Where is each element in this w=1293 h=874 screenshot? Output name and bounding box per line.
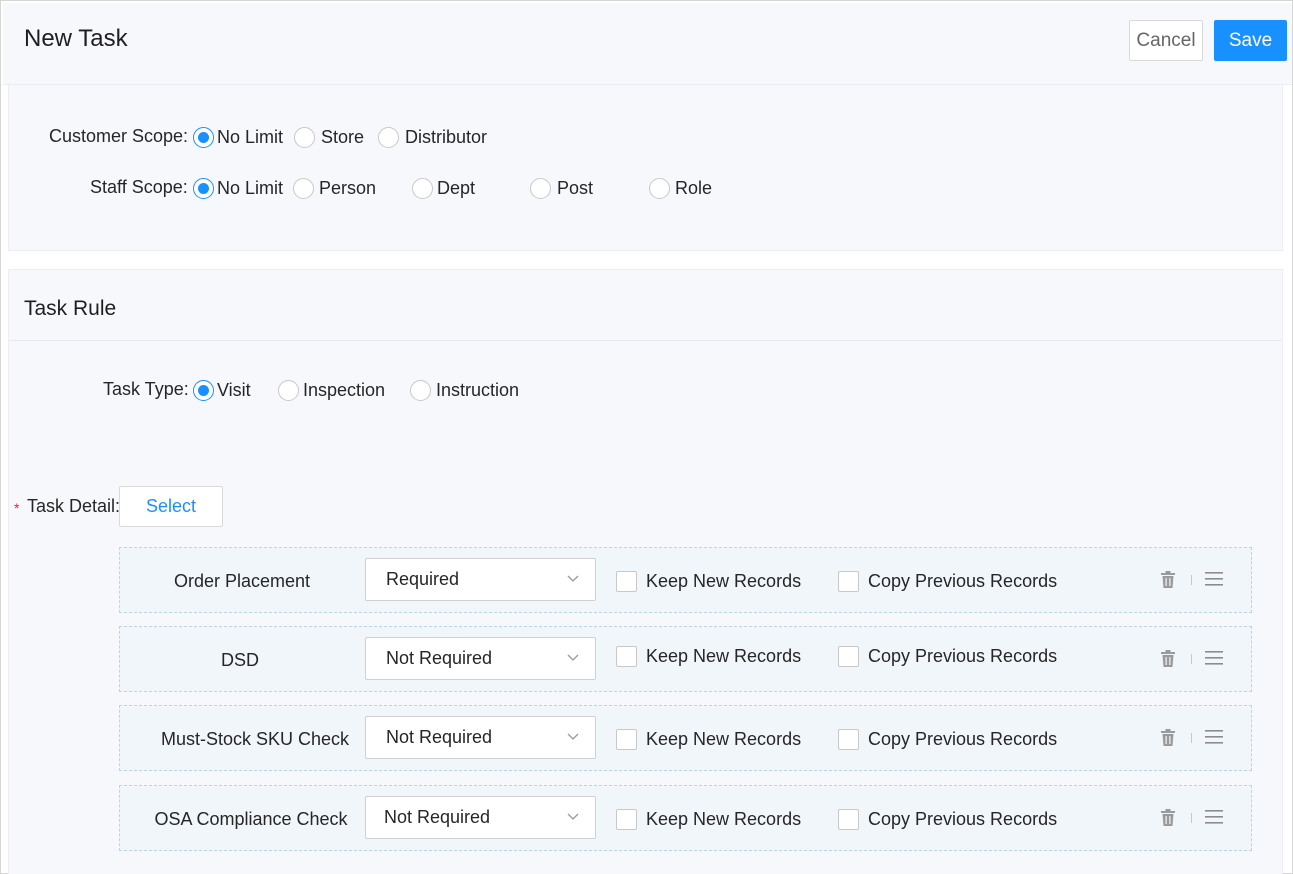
task-detail-row-must-stock-sku-check: Must-Stock SKU Check Not Required Keep N… — [119, 705, 1252, 771]
radio-checked-icon — [193, 380, 214, 401]
chevron-down-icon — [567, 813, 579, 820]
staff-scope-option-person[interactable]: Person — [293, 178, 376, 199]
copy-previous-records-checkbox[interactable]: Copy Previous Records — [838, 646, 1057, 667]
cancel-button[interactable]: Cancel — [1129, 20, 1203, 61]
radio-unchecked-icon — [410, 380, 431, 401]
action-divider — [1191, 654, 1192, 664]
requirement-select[interactable]: Not Required — [365, 796, 596, 839]
task-detail-name: OSA Compliance Check — [154, 809, 348, 829]
action-divider — [1191, 575, 1192, 585]
radio-unchecked-icon — [278, 380, 299, 401]
keep-new-records-checkbox[interactable]: Keep New Records — [616, 729, 801, 750]
task-detail-name: Must-Stock SKU Check — [160, 729, 350, 749]
scope-panel — [8, 85, 1283, 251]
action-divider — [1191, 733, 1192, 743]
radio-unchecked-icon — [412, 178, 433, 199]
drag-handle-icon[interactable] — [1205, 650, 1223, 666]
task-detail-name: Order Placement — [173, 571, 311, 591]
task-detail-row-dsd: DSD Not Required Keep New Records Copy P… — [119, 626, 1252, 692]
task-detail-label: Task Detail: — [27, 496, 121, 516]
staff-scope-option-dept[interactable]: Dept — [412, 178, 475, 199]
trash-icon[interactable] — [1160, 571, 1176, 589]
task-detail-row-order-placement: Order Placement Required Keep New Record… — [119, 547, 1252, 613]
page-title: New Task — [24, 25, 128, 52]
trash-icon[interactable] — [1160, 650, 1176, 668]
new-task-window: New Task Cancel Save Customer Scope: No … — [0, 0, 1293, 874]
radio-checked-icon — [193, 127, 214, 148]
select-task-detail-button[interactable]: Select — [119, 486, 223, 527]
chevron-down-icon — [567, 654, 579, 661]
drag-handle-icon[interactable] — [1205, 809, 1223, 825]
requirement-select[interactable]: Not Required — [365, 637, 596, 680]
requirement-select[interactable]: Required — [365, 558, 596, 601]
task-rule-title: Task Rule — [24, 297, 117, 320]
radio-unchecked-icon — [293, 178, 314, 199]
keep-new-records-checkbox[interactable]: Keep New Records — [616, 571, 801, 592]
trash-icon[interactable] — [1160, 809, 1176, 827]
page-header: New Task Cancel Save — [3, 3, 1292, 85]
customer-scope-option-no-limit[interactable]: No Limit — [193, 127, 283, 148]
copy-previous-records-checkbox[interactable]: Copy Previous Records — [838, 729, 1057, 750]
task-type-option-inspection[interactable]: Inspection — [278, 380, 385, 401]
radio-unchecked-icon — [378, 127, 399, 148]
trash-icon[interactable] — [1160, 729, 1176, 747]
requirement-select[interactable]: Not Required — [365, 716, 596, 759]
radio-checked-icon — [193, 178, 214, 199]
task-type-option-visit[interactable]: Visit — [193, 380, 251, 401]
customer-scope-option-store[interactable]: Store — [294, 127, 364, 148]
customer-scope-label: Customer Scope: — [49, 126, 189, 146]
staff-scope-option-post[interactable]: Post — [530, 178, 593, 199]
customer-scope-option-distributor[interactable]: Distributor — [378, 127, 487, 148]
radio-unchecked-icon — [294, 127, 315, 148]
staff-scope-option-role[interactable]: Role — [649, 178, 712, 199]
staff-scope-label: Staff Scope: — [90, 177, 188, 197]
task-rule-header: Task Rule — [9, 270, 1282, 341]
copy-previous-records-checkbox[interactable]: Copy Previous Records — [838, 571, 1057, 592]
task-type-label: Task Type: — [103, 379, 189, 399]
task-type-option-instruction[interactable]: Instruction — [410, 380, 519, 401]
save-button[interactable]: Save — [1214, 20, 1287, 61]
action-divider — [1191, 813, 1192, 823]
chevron-down-icon — [567, 575, 579, 582]
radio-unchecked-icon — [649, 178, 670, 199]
keep-new-records-checkbox[interactable]: Keep New Records — [616, 809, 801, 830]
task-detail-name: DSD — [220, 650, 259, 670]
required-mark: * — [14, 500, 20, 516]
drag-handle-icon[interactable] — [1205, 729, 1223, 745]
task-detail-row-osa-compliance-check: OSA Compliance Check Not Required Keep N… — [119, 785, 1252, 851]
chevron-down-icon — [567, 733, 579, 740]
radio-unchecked-icon — [530, 178, 551, 199]
staff-scope-option-no-limit[interactable]: No Limit — [193, 178, 283, 199]
keep-new-records-checkbox[interactable]: Keep New Records — [616, 646, 801, 667]
copy-previous-records-checkbox[interactable]: Copy Previous Records — [838, 809, 1057, 830]
drag-handle-icon[interactable] — [1205, 571, 1223, 587]
